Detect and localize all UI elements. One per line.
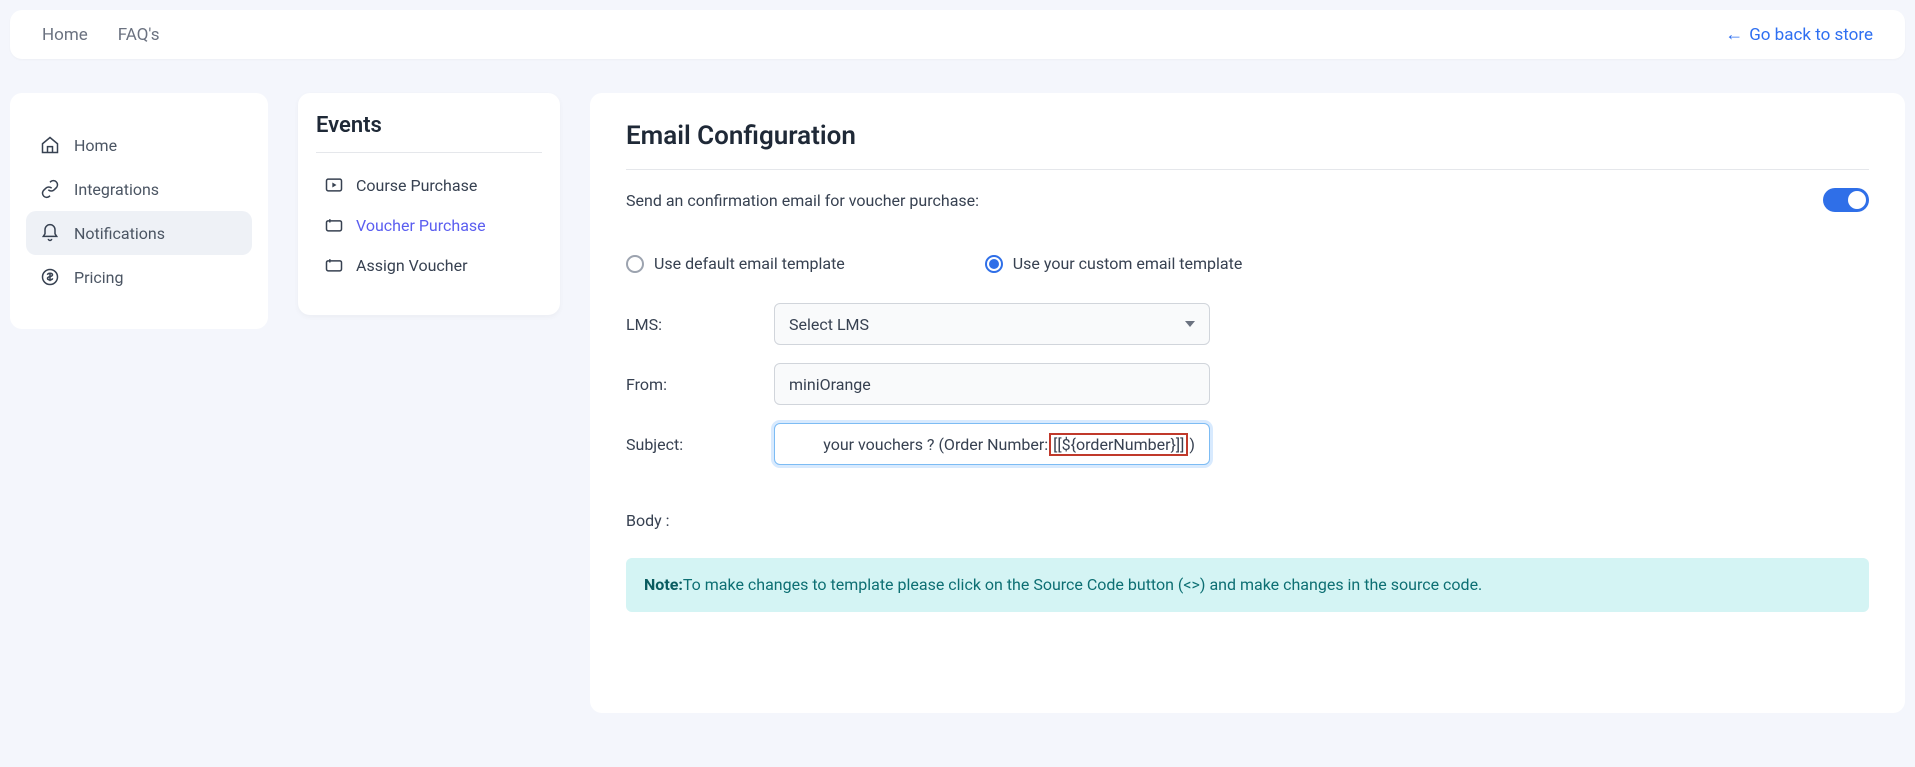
back-to-store-link[interactable]: ← Go back to store <box>1725 24 1873 45</box>
from-label: From: <box>626 375 774 394</box>
back-to-store-label: Go back to store <box>1749 25 1873 45</box>
events-title: Events <box>316 113 542 153</box>
sidebar-item-notifications[interactable]: Notifications <box>26 211 252 255</box>
lms-value: Select LMS <box>789 315 869 334</box>
event-label: Course Purchase <box>356 176 477 195</box>
row-subject: Subject: your vouchers ? (Order Number:[… <box>626 423 1869 465</box>
radio-default-template[interactable]: Use default email template <box>626 254 845 273</box>
subject-label: Subject: <box>626 435 774 454</box>
note-prefix: Note: <box>644 575 683 594</box>
sidebar-item-label: Pricing <box>74 268 124 287</box>
main-layout: Home Integrations Notifications Pricing … <box>0 69 1915 713</box>
sidebar-item-pricing[interactable]: Pricing <box>26 255 252 299</box>
topbar: Home FAQ's ← Go back to store <box>10 10 1905 59</box>
row-lms: LMS: Select LMS <box>626 303 1869 345</box>
body-label: Body : <box>626 511 1869 530</box>
event-item-voucher-purchase[interactable]: Voucher Purchase <box>316 205 542 245</box>
subject-suffix: ) <box>1189 435 1195 454</box>
nav-faqs[interactable]: FAQ's <box>118 25 160 45</box>
from-value: miniOrange <box>789 375 871 394</box>
bell-icon <box>40 223 60 243</box>
subject-value: your vouchers ? (Order Number:[[${orderN… <box>823 433 1195 456</box>
play-rect-icon <box>324 175 344 195</box>
arrow-left-icon: ← <box>1725 24 1743 45</box>
nav-home[interactable]: Home <box>42 25 88 45</box>
page-title: Email Configuration <box>626 121 1869 170</box>
event-label: Assign Voucher <box>356 256 468 275</box>
sidebar-item-label: Notifications <box>74 224 165 243</box>
lms-label: LMS: <box>626 315 774 334</box>
sidebar-item-label: Integrations <box>74 180 159 199</box>
home-icon <box>40 135 60 155</box>
event-item-course-purchase[interactable]: Course Purchase <box>316 165 542 205</box>
form-rows: LMS: Select LMS From: miniOrange Subject… <box>626 303 1869 465</box>
main-panel: Email Configuration Send an confirmation… <box>590 93 1905 713</box>
confirmation-label: Send an confirmation email for voucher p… <box>626 191 979 210</box>
radio-icon <box>626 255 644 273</box>
dollar-icon <box>40 267 60 287</box>
radio-icon <box>985 255 1003 273</box>
subject-token-highlight: [[${orderNumber}]] <box>1049 433 1188 456</box>
subject-input[interactable]: your vouchers ? (Order Number:[[${orderN… <box>774 423 1210 465</box>
link-icon <box>40 179 60 199</box>
ticket-icon <box>324 215 344 235</box>
note-text: To make changes to template please click… <box>683 575 1482 594</box>
lms-select[interactable]: Select LMS <box>774 303 1210 345</box>
confirmation-row: Send an confirmation email for voucher p… <box>626 170 1869 230</box>
sidebar-item-label: Home <box>74 136 117 155</box>
sidebar-item-home[interactable]: Home <box>26 123 252 167</box>
radio-label: Use your custom email template <box>1013 254 1243 273</box>
note-box: Note:To make changes to template please … <box>626 558 1869 612</box>
event-item-assign-voucher[interactable]: Assign Voucher <box>316 245 542 285</box>
events-panel: Events Course Purchase Voucher Purchase … <box>298 93 560 315</box>
event-label: Voucher Purchase <box>356 216 486 235</box>
sidebar: Home Integrations Notifications Pricing <box>10 93 268 329</box>
confirmation-toggle[interactable] <box>1823 188 1869 212</box>
from-input[interactable]: miniOrange <box>774 363 1210 405</box>
ticket-icon <box>324 255 344 275</box>
subject-prefix: your vouchers ? (Order Number: <box>823 435 1048 454</box>
sidebar-item-integrations[interactable]: Integrations <box>26 167 252 211</box>
template-radio-row: Use default email template Use your cust… <box>626 230 1869 303</box>
topbar-left: Home FAQ's <box>42 25 160 45</box>
row-from: From: miniOrange <box>626 363 1869 405</box>
radio-custom-template[interactable]: Use your custom email template <box>985 254 1243 273</box>
radio-label: Use default email template <box>654 254 845 273</box>
